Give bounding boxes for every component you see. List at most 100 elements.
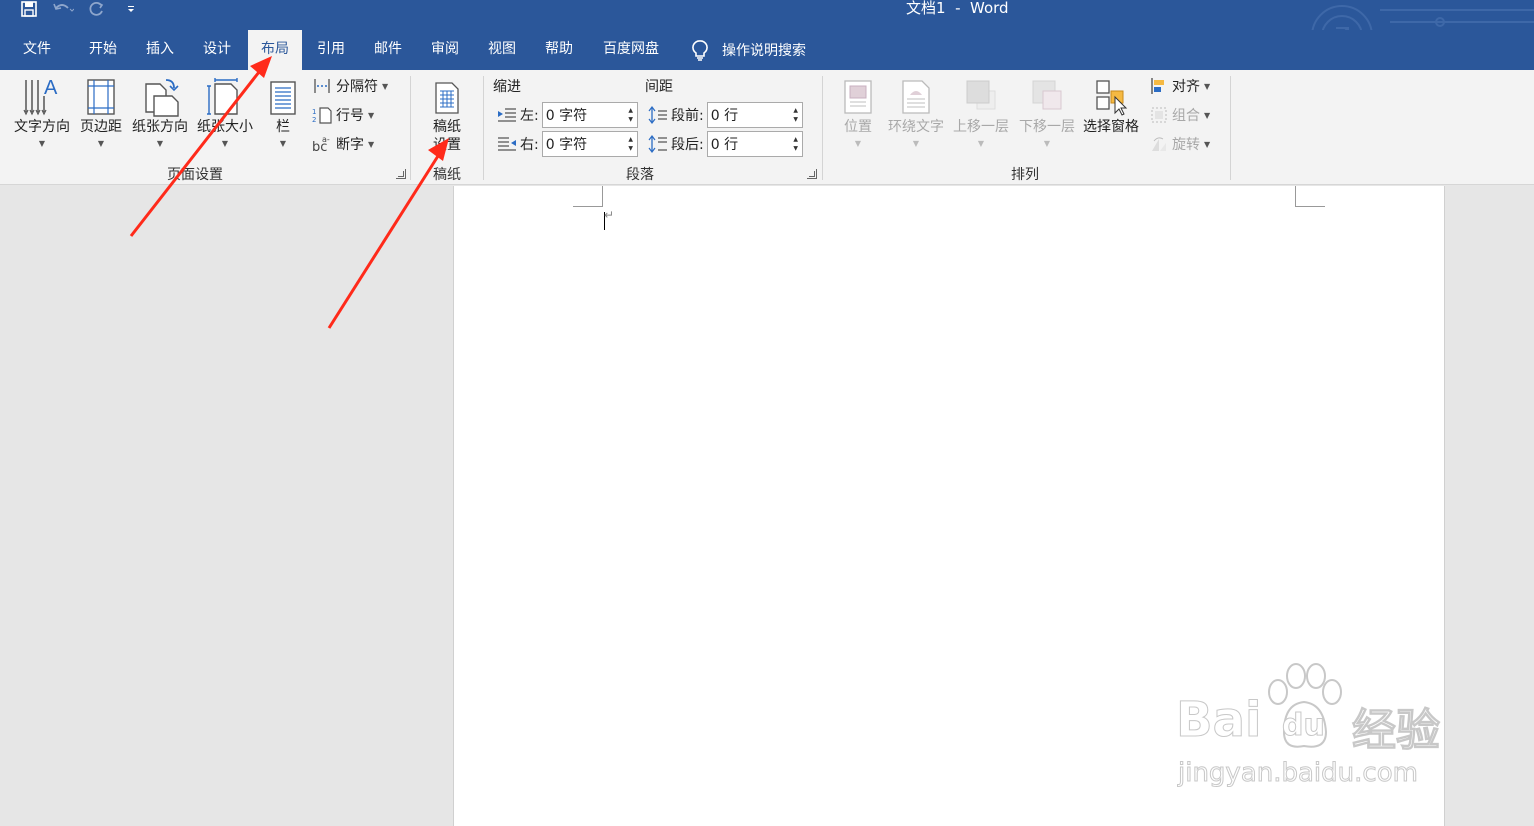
chevron-down-icon: ▼ xyxy=(38,139,46,148)
tab-references[interactable]: 引用 xyxy=(305,30,357,70)
tab-view[interactable]: 视图 xyxy=(476,30,528,70)
send-backward-icon xyxy=(1027,76,1067,118)
manuscript-settings-label-1: 稿纸 xyxy=(433,119,461,135)
indent-right-label: 右: xyxy=(520,137,539,153)
bring-forward-button[interactable]: 上移一层 ▼ xyxy=(950,76,1012,149)
tab-mailings[interactable]: 邮件 xyxy=(362,30,414,70)
spin-arrows-icon[interactable]: ▲ ▼ xyxy=(625,132,637,156)
customize-qat-icon[interactable] xyxy=(120,0,142,18)
bring-forward-icon xyxy=(961,76,1001,118)
chevron-down-icon: ▼ xyxy=(279,139,287,148)
arrange-group-label: 排列 xyxy=(1011,167,1039,183)
bring-forward-label: 上移一层 xyxy=(953,119,1009,135)
margins-button[interactable]: 页边距 ▼ xyxy=(76,76,126,149)
tab-home[interactable]: 开始 xyxy=(76,30,130,70)
tab-help[interactable]: 帮助 xyxy=(533,30,585,70)
hyphenation-button[interactable]: bc a- 断字 ▼ xyxy=(312,134,374,154)
position-button[interactable]: 位置 ▼ xyxy=(836,76,880,149)
tab-baidu-netdisk[interactable]: 百度网盘 xyxy=(592,30,670,70)
indent-right-value: 0 字符 xyxy=(545,137,588,153)
manuscript-settings-button[interactable]: 稿纸 设置 xyxy=(418,76,476,154)
svg-text:1: 1 xyxy=(312,108,316,116)
columns-button[interactable]: 栏 ▼ xyxy=(262,76,304,149)
indent-right-input[interactable]: 0 字符 ▲ ▼ xyxy=(541,131,638,157)
position-icon xyxy=(838,76,878,118)
align-icon xyxy=(1151,78,1164,94)
chevron-down-icon: ▼ xyxy=(977,139,985,148)
page-setup-launcher-icon[interactable] xyxy=(396,169,406,179)
orientation-icon xyxy=(140,76,180,118)
indent-right-row: 右: 0 字符 ▲ ▼ xyxy=(497,131,638,157)
selection-pane-label: 选择窗格 xyxy=(1083,119,1139,135)
spacing-after-input[interactable]: 0 行 ▲ ▼ xyxy=(706,131,803,157)
spacing-heading: 间距 xyxy=(645,79,673,95)
tab-review[interactable]: 审阅 xyxy=(419,30,471,70)
line-numbers-icon: 12 xyxy=(312,107,332,124)
tab-design[interactable]: 设计 xyxy=(191,30,243,70)
watermark-url: jingyan.baidu.com xyxy=(1178,758,1419,789)
baidu-watermark: Bai du 经验 jingyan.baidu.com xyxy=(1175,662,1456,802)
tab-insert[interactable]: 插入 xyxy=(134,30,186,70)
margins-icon xyxy=(81,76,121,118)
size-label: 纸张大小 xyxy=(197,119,253,135)
tell-me-search[interactable]: 操作说明搜索 xyxy=(690,30,806,70)
chevron-down-icon: ▼ xyxy=(1204,81,1211,91)
page-setup-group-label: 页面设置 xyxy=(167,167,223,183)
tell-me-label: 操作说明搜索 xyxy=(722,43,806,59)
tab-layout[interactable]: 布局 xyxy=(248,30,302,70)
margins-label: 页边距 xyxy=(80,119,122,135)
spacing-before-icon xyxy=(648,106,667,124)
line-numbers-button[interactable]: 12 行号 ▼ xyxy=(312,105,374,125)
ribbon-tabs: 文件 开始 插入 设计 布局 引用 邮件 审阅 视图 帮助 百度网盘 操作说明搜… xyxy=(0,30,1534,70)
align-button[interactable]: 对齐 ▼ xyxy=(1150,76,1210,96)
manuscript-icon xyxy=(427,76,467,118)
spacing-before-value: 0 行 xyxy=(710,108,739,124)
chevron-down-icon: ▼ xyxy=(97,139,105,148)
svg-text:a-: a- xyxy=(322,135,330,144)
spin-arrows-icon[interactable]: ▲ ▼ xyxy=(790,103,802,127)
group-divider xyxy=(1230,76,1231,180)
paragraph-group-label: 段落 xyxy=(626,167,654,183)
chevron-down-icon: ▼ xyxy=(368,139,375,149)
selection-pane-button[interactable]: 选择窗格 xyxy=(1080,76,1142,136)
chevron-down-icon: ▼ xyxy=(1204,110,1211,120)
spacing-after-icon xyxy=(648,135,667,153)
spacing-before-row: 段前: 0 行 ▲ ▼ xyxy=(648,102,803,128)
wrap-text-label: 环绕文字 xyxy=(888,119,944,135)
breaks-button[interactable]: 分隔符 ▼ xyxy=(312,76,388,96)
save-icon[interactable] xyxy=(18,0,40,18)
spin-arrows-icon[interactable]: ▲ ▼ xyxy=(790,132,802,156)
ribbon: A 文字方向 ▼ 页边距 ▼ 纸张方向 ▼ 纸张大小 ▼ 栏 ▼ 分隔符 ▼ 1… xyxy=(0,70,1534,185)
chevron-down-icon: ▼ xyxy=(1204,139,1211,149)
redo-icon[interactable] xyxy=(86,0,108,18)
wrap-text-button[interactable]: 环绕文字 ▼ xyxy=(884,76,948,149)
tab-file[interactable]: 文件 xyxy=(12,30,62,70)
wrap-text-icon xyxy=(896,76,936,118)
rotate-button[interactable]: 旋转 ▼ xyxy=(1150,134,1210,154)
spacing-before-input[interactable]: 0 行 ▲ ▼ xyxy=(706,102,803,128)
indent-left-input[interactable]: 0 字符 ▲ ▼ xyxy=(541,102,638,128)
rotate-label: 旋转 xyxy=(1172,137,1200,153)
undo-icon[interactable] xyxy=(52,0,74,18)
columns-label: 栏 xyxy=(276,119,290,135)
group-icon xyxy=(1151,107,1167,123)
breaks-icon xyxy=(314,79,330,93)
spacing-after-value: 0 行 xyxy=(710,137,739,153)
position-label: 位置 xyxy=(844,119,872,135)
paragraph-launcher-icon[interactable] xyxy=(807,169,817,179)
chevron-down-icon: ▼ xyxy=(156,139,164,148)
send-backward-button[interactable]: 下移一层 ▼ xyxy=(1016,76,1078,149)
text-direction-button[interactable]: A 文字方向 ▼ xyxy=(10,76,74,149)
group-divider xyxy=(822,76,823,180)
window-title: 文档1 - Word xyxy=(906,0,1009,17)
manuscript-settings-label-2: 设置 xyxy=(433,137,461,153)
group-objects-button[interactable]: 组合 ▼ xyxy=(1150,105,1210,125)
svg-text:2: 2 xyxy=(312,116,316,124)
chevron-down-icon: ▼ xyxy=(854,139,862,148)
orientation-button[interactable]: 纸张方向 ▼ xyxy=(128,76,192,149)
columns-icon xyxy=(263,76,303,118)
text-direction-icon: A xyxy=(22,76,62,118)
spin-arrows-icon[interactable]: ▲ ▼ xyxy=(625,103,637,127)
size-button[interactable]: 纸张大小 ▼ xyxy=(194,76,256,149)
svg-text:A: A xyxy=(44,77,58,99)
